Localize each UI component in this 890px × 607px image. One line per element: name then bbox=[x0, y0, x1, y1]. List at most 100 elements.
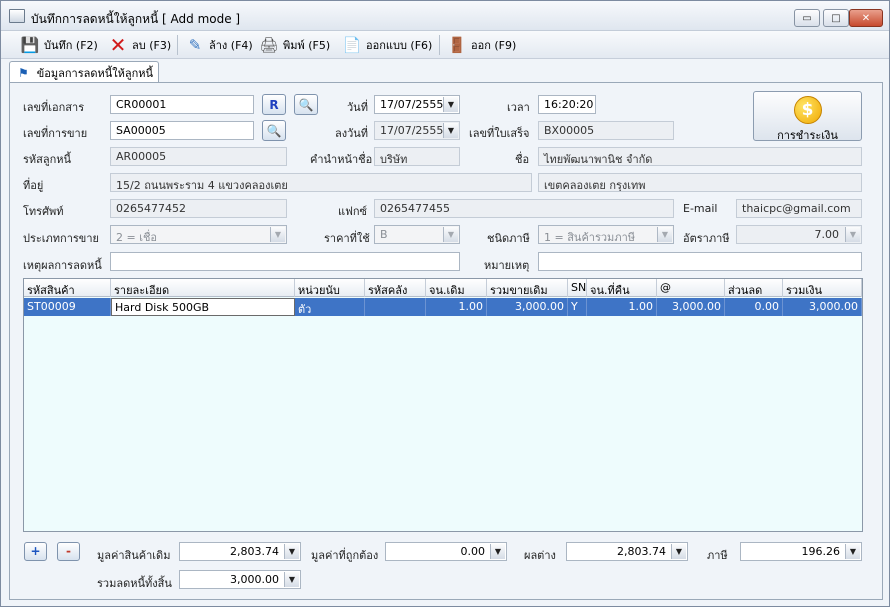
column-header[interactable]: @ bbox=[657, 279, 725, 297]
table-cell[interactable]: Y bbox=[568, 298, 587, 316]
add-row-button[interactable]: + bbox=[24, 542, 47, 561]
column-header[interactable]: จน.เดิม bbox=[426, 279, 487, 297]
address-label: ที่อยู่ bbox=[23, 179, 44, 192]
orig-value-field[interactable]: 2,803.74 ▼ bbox=[179, 542, 301, 561]
exit-button[interactable]: 🚪 ออก (F9) bbox=[446, 34, 517, 56]
chevron-down-icon[interactable]: ▼ bbox=[671, 544, 686, 559]
email-field: thaicpc@gmail.com bbox=[736, 199, 862, 218]
chevron-down-icon: ▼ bbox=[443, 227, 458, 242]
close-button[interactable]: ✕ bbox=[849, 9, 883, 27]
delete-label: ลบ (F3) bbox=[132, 39, 172, 52]
chevron-down-icon[interactable]: ▼ bbox=[443, 97, 458, 112]
orig-value-label: มูลค่าสินค้าเดิม bbox=[97, 549, 171, 562]
save-button[interactable]: 💾 บันทึก (F2) bbox=[19, 34, 98, 56]
tax-value: 196.26 bbox=[801, 545, 841, 558]
table-cell-editor[interactable]: Hard Disk 500GB bbox=[111, 298, 295, 316]
floppy-disk-icon: 💾 bbox=[20, 36, 40, 54]
search-icon: 🔍 bbox=[266, 123, 282, 138]
debtor-label: รหัสลูกหนี้ bbox=[23, 153, 72, 166]
table-cell[interactable]: 3,000.00 bbox=[487, 298, 568, 316]
doc-no-label: เลขที่เอกสาร bbox=[23, 101, 85, 114]
table-cell[interactable]: 1.00 bbox=[587, 298, 657, 316]
note-label: หมายเหตุ bbox=[484, 259, 530, 272]
window-title: บันทึกการลดหนี้ให้ลูกหนี้ [ Add mode ] bbox=[31, 12, 241, 26]
clear-button[interactable]: ✎ ล้าง (F4) bbox=[184, 34, 253, 56]
chevron-down-icon[interactable]: ▼ bbox=[490, 544, 505, 559]
toolbar-separator bbox=[177, 35, 178, 55]
name-label: ชื่อ bbox=[515, 153, 530, 166]
sign-date-value: 17/07/2555 bbox=[380, 124, 444, 137]
clear-label: ล้าง (F4) bbox=[209, 39, 253, 52]
price-used-label: ราคาที่ใช้ bbox=[324, 232, 370, 245]
table-cell[interactable] bbox=[365, 298, 426, 316]
chevron-down-icon: ▼ bbox=[443, 123, 458, 138]
chevron-down-icon[interactable]: ▼ bbox=[284, 572, 299, 587]
delete-button[interactable]: ✕ ลบ (F3) bbox=[107, 34, 172, 56]
fax-field: 0265477455 bbox=[374, 199, 674, 218]
search-doc-button[interactable]: 🔍 bbox=[294, 94, 318, 115]
column-header[interactable]: ส่วนลด bbox=[725, 279, 783, 297]
date-value: 17/07/2555 bbox=[380, 98, 444, 111]
design-button[interactable]: 📄 ออกแบบ (F6) bbox=[341, 34, 433, 56]
reason-field[interactable] bbox=[110, 252, 460, 271]
table-cell[interactable]: ตัว bbox=[295, 298, 365, 316]
r-button[interactable]: R bbox=[262, 94, 286, 115]
table-cell[interactable]: 0.00 bbox=[725, 298, 783, 316]
table-cell[interactable]: 1.00 bbox=[426, 298, 487, 316]
column-header[interactable]: รวมขายเดิม bbox=[487, 279, 568, 297]
column-header[interactable]: หน่วยนับ bbox=[295, 279, 365, 297]
column-header[interactable]: จน.ที่คืน bbox=[587, 279, 657, 297]
sign-date-picker: 17/07/2555 ▼ bbox=[374, 121, 460, 140]
sale-no-field[interactable]: SA00005 bbox=[110, 121, 254, 140]
table-cell[interactable]: 3,000.00 bbox=[783, 298, 862, 316]
table-cell[interactable]: ST00009 bbox=[24, 298, 111, 316]
correct-value-label: มูลค่าที่ถูกต้อง bbox=[311, 549, 379, 562]
grid-header: รหัสสินค้า รายละเอียด หน่วยนับ รหัสคลัง … bbox=[24, 279, 862, 297]
payment-button[interactable]: $ การชำระเงิน bbox=[753, 91, 862, 142]
minimize-button[interactable]: ▭ bbox=[794, 9, 820, 27]
note-field[interactable] bbox=[538, 252, 862, 271]
remove-row-button[interactable]: - bbox=[57, 542, 80, 561]
email-label: E-mail bbox=[683, 202, 718, 215]
column-header[interactable]: รวมเงิน bbox=[783, 279, 862, 297]
tax-field[interactable]: 196.26 ▼ bbox=[740, 542, 862, 561]
price-used-value: B bbox=[380, 228, 388, 241]
maximize-button[interactable]: □ bbox=[823, 9, 849, 27]
diff-label: ผลต่าง bbox=[524, 549, 556, 562]
print-button[interactable]: 🖨 พิมพ์ (F5) bbox=[258, 34, 330, 56]
diff-field[interactable]: 2,803.74 ▼ bbox=[566, 542, 688, 561]
exit-label: ออก (F9) bbox=[471, 39, 517, 52]
column-header[interactable]: รหัสสินค้า bbox=[24, 279, 111, 297]
table-row[interactable]: ST00009 Hard Disk 500GB ตัว 1.00 3,000.0… bbox=[24, 298, 862, 316]
correct-value-field[interactable]: 0.00 ▼ bbox=[385, 542, 507, 561]
sale-type-select: 2 = เชื่อ ▼ bbox=[110, 225, 287, 244]
tax-type-value: 1 = สินค้ารวมภาษี bbox=[544, 231, 635, 244]
chevron-down-icon[interactable]: ▼ bbox=[284, 544, 299, 559]
invoice-field: BX00005 bbox=[538, 121, 674, 140]
total-field[interactable]: 3,000.00 ▼ bbox=[179, 570, 301, 589]
tab-debt-reduction-info[interactable]: ⚑ ข้อมูลการลดหนี้ให้ลูกหนี้ bbox=[9, 61, 159, 83]
sign-date-label: ลงวันที่ bbox=[335, 127, 369, 140]
date-picker[interactable]: 17/07/2555 ▼ bbox=[374, 95, 460, 114]
design-label: ออกแบบ (F6) bbox=[366, 39, 433, 52]
column-header[interactable]: รายละเอียด bbox=[111, 279, 295, 297]
address2-field: เขตคลองเตย กรุงเทพ bbox=[538, 173, 862, 192]
orig-value: 2,803.74 bbox=[230, 545, 279, 558]
time-field[interactable]: 16:20:20 bbox=[538, 95, 596, 114]
column-header[interactable]: รหัสคลัง bbox=[365, 279, 426, 297]
search-sale-button[interactable]: 🔍 bbox=[262, 120, 286, 141]
exit-door-icon: 🚪 bbox=[447, 36, 467, 54]
tax-label: ภาษี bbox=[707, 549, 728, 562]
address1-field: 15/2 ถนนพระราม 4 แขวงคลองเตย bbox=[110, 173, 532, 192]
print-label: พิมพ์ (F5) bbox=[283, 39, 331, 52]
printer-icon: 🖨 bbox=[259, 36, 279, 54]
tax-type-label: ชนิดภาษี bbox=[487, 232, 530, 245]
price-used-select: B ▼ bbox=[374, 225, 460, 244]
table-cell[interactable]: 3,000.00 bbox=[657, 298, 725, 316]
sale-type-value: 2 = เชื่อ bbox=[116, 231, 158, 244]
doc-no-field[interactable]: CR00001 bbox=[110, 95, 254, 114]
items-grid[interactable]: รหัสสินค้า รายละเอียด หน่วยนับ รหัสคลัง … bbox=[23, 278, 863, 532]
name-field: ไทยพัฒนาพานิช จำกัด bbox=[538, 147, 862, 166]
column-header[interactable]: SN bbox=[568, 279, 587, 297]
chevron-down-icon[interactable]: ▼ bbox=[845, 544, 860, 559]
